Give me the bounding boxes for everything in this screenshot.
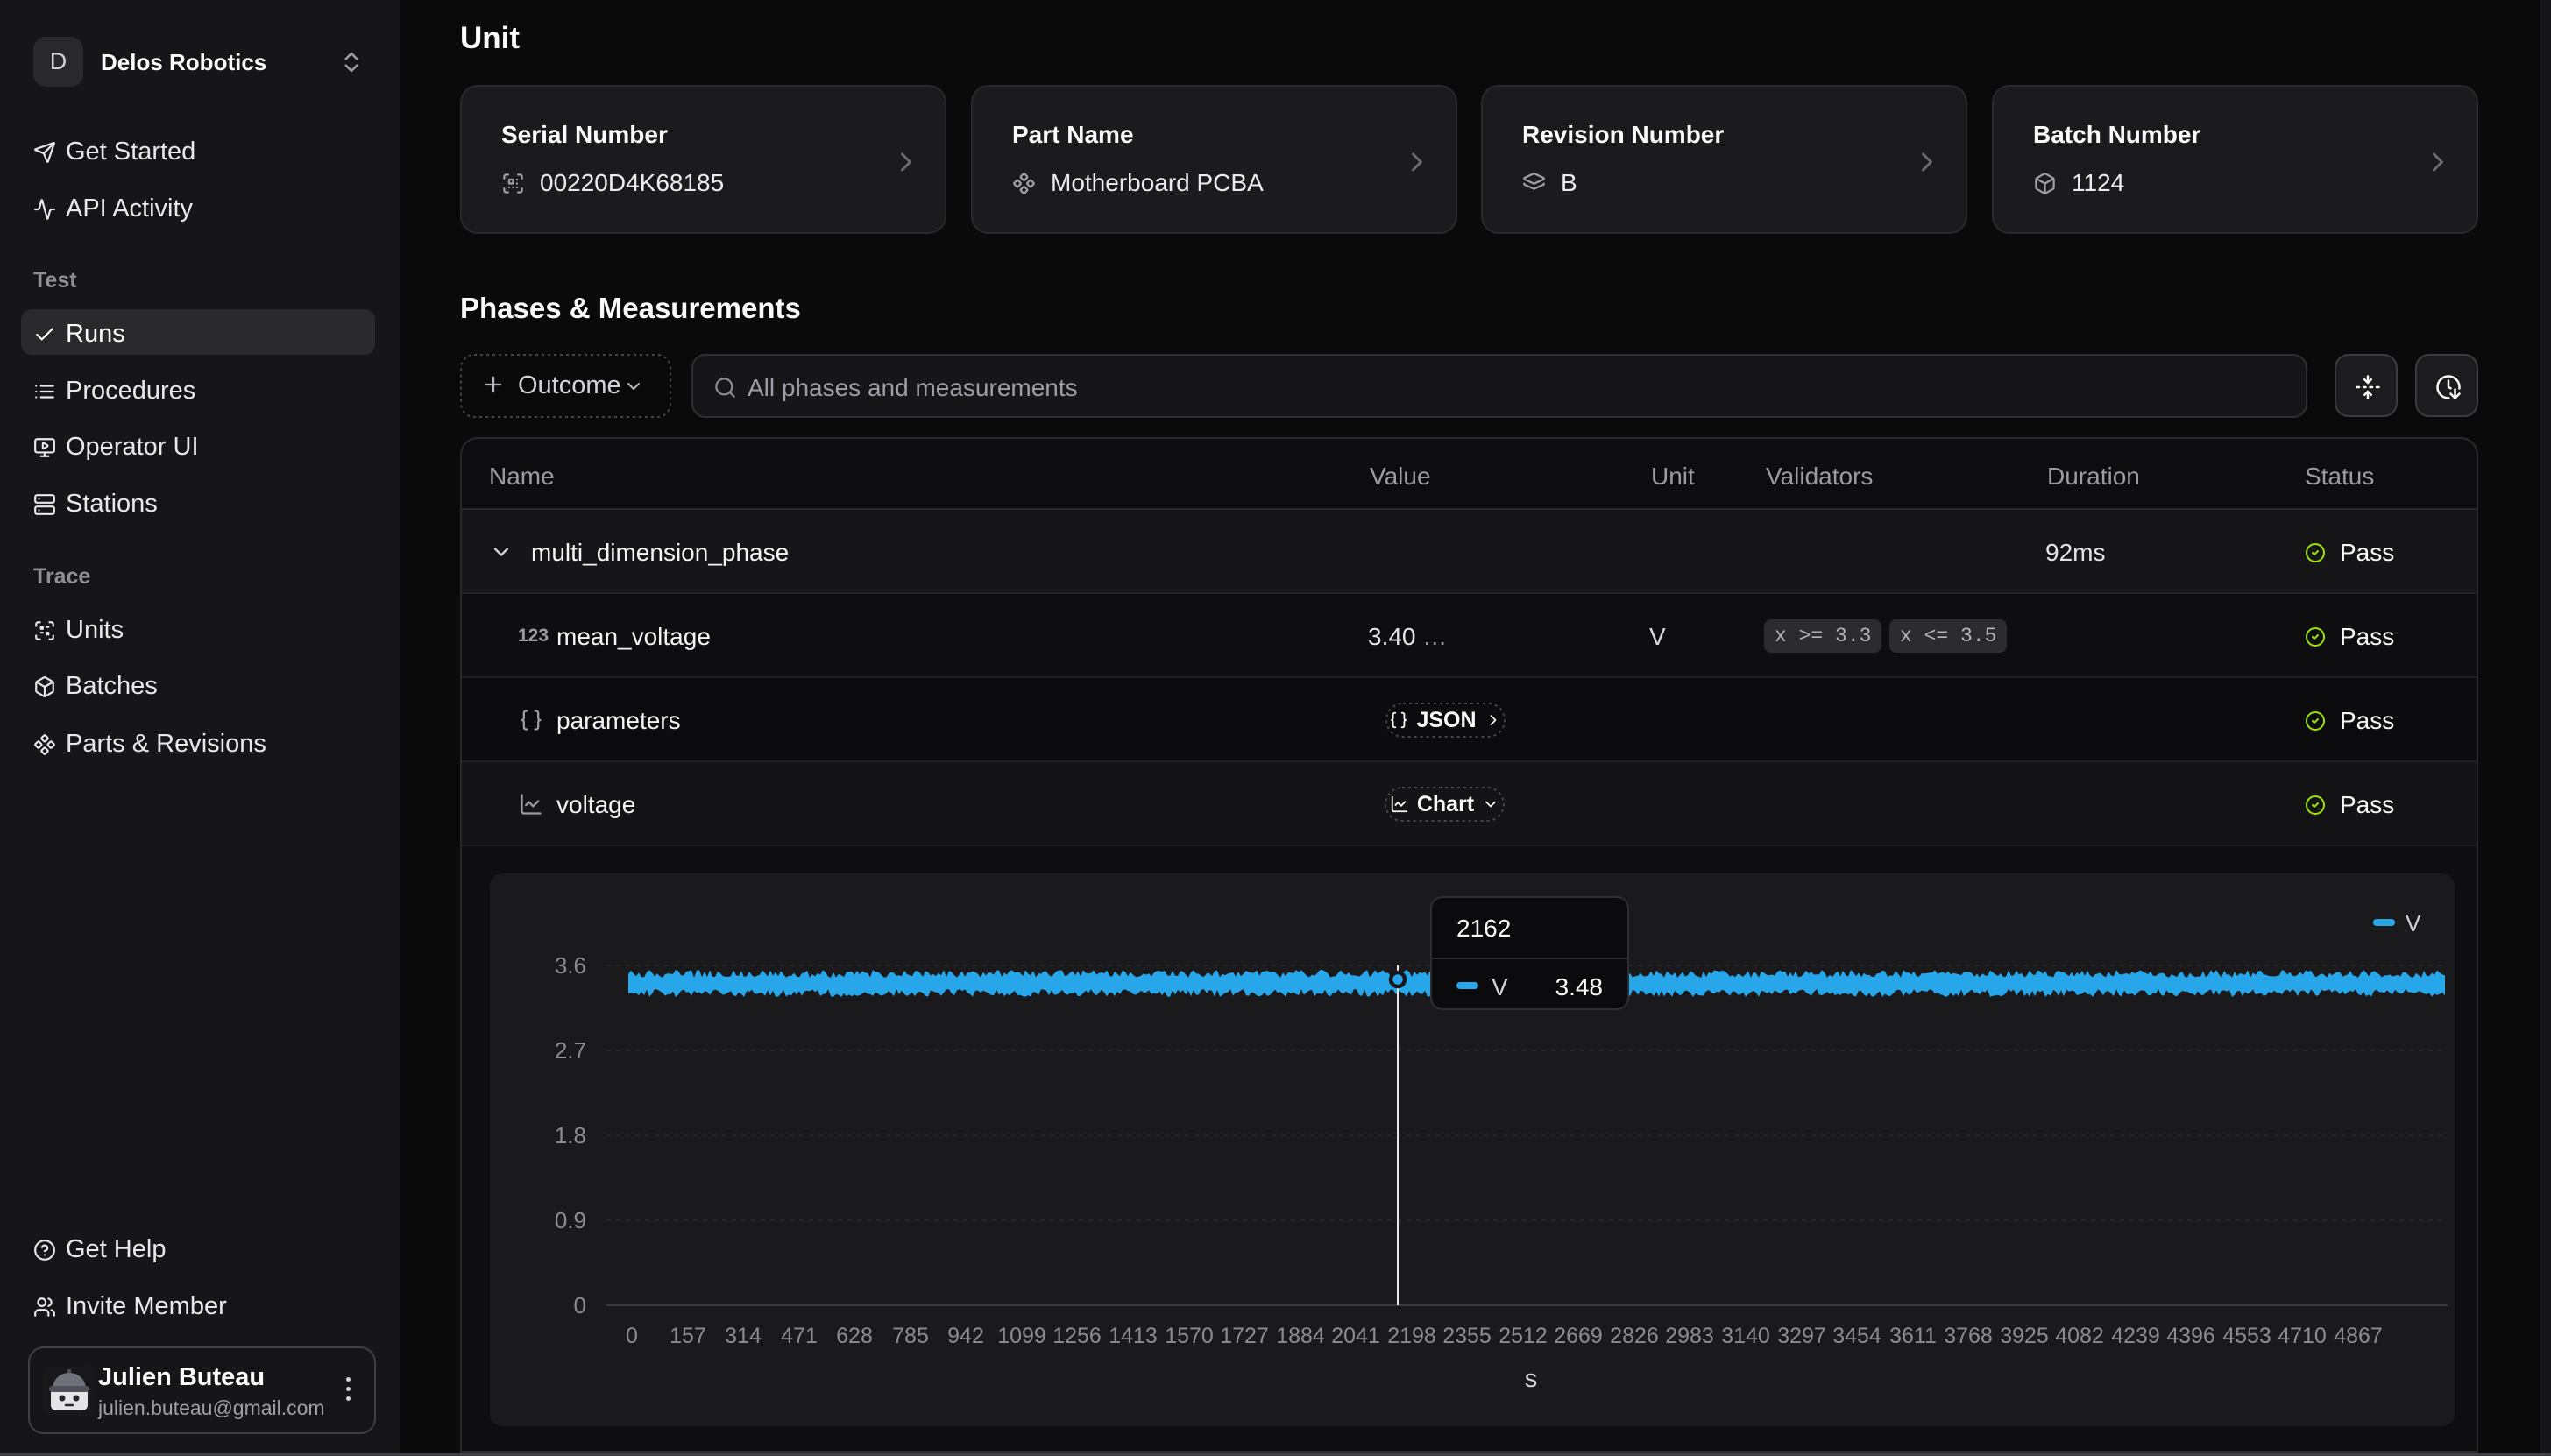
svg-text:785: 785 <box>892 1324 929 1348</box>
svg-text:3925: 3925 <box>2000 1324 2049 1348</box>
svg-text:471: 471 <box>781 1324 818 1348</box>
svg-text:314: 314 <box>725 1324 762 1348</box>
svg-text:4239: 4239 <box>2111 1324 2160 1348</box>
svg-text:4867: 4867 <box>2334 1324 2383 1348</box>
svg-text:4396: 4396 <box>2166 1324 2215 1348</box>
svg-text:3611: 3611 <box>1889 1324 1937 1348</box>
svg-text:2198: 2198 <box>1387 1324 1436 1348</box>
svg-text:157: 157 <box>670 1324 706 1348</box>
svg-text:2041: 2041 <box>1331 1324 1380 1348</box>
svg-text:2355: 2355 <box>1442 1324 1492 1348</box>
svg-text:628: 628 <box>836 1324 873 1348</box>
svg-text:3140: 3140 <box>1721 1324 1770 1348</box>
svg-text:3297: 3297 <box>1777 1324 1826 1348</box>
svg-text:0: 0 <box>626 1324 638 1348</box>
svg-text:s: s <box>1525 1365 1538 1393</box>
svg-text:2826: 2826 <box>1610 1324 1659 1348</box>
svg-text:3454: 3454 <box>1832 1324 1881 1348</box>
svg-text:4082: 4082 <box>2055 1324 2104 1348</box>
svg-text:1727: 1727 <box>1220 1324 1269 1348</box>
svg-text:1099: 1099 <box>997 1324 1046 1348</box>
svg-text:3768: 3768 <box>1944 1324 1993 1348</box>
svg-text:2512: 2512 <box>1499 1324 1548 1348</box>
svg-text:2669: 2669 <box>1554 1324 1603 1348</box>
svg-text:0: 0 <box>574 1292 586 1318</box>
svg-text:1.8: 1.8 <box>555 1122 586 1149</box>
svg-text:4710: 4710 <box>2278 1324 2327 1348</box>
svg-text:1570: 1570 <box>1165 1324 1214 1348</box>
svg-text:0.9: 0.9 <box>555 1207 586 1233</box>
svg-text:1413: 1413 <box>1109 1324 1158 1348</box>
svg-text:V: V <box>2406 910 2421 937</box>
svg-text:4553: 4553 <box>2222 1324 2271 1348</box>
svg-text:2.7: 2.7 <box>555 1037 586 1064</box>
svg-text:3.6: 3.6 <box>555 952 586 979</box>
svg-text:1256: 1256 <box>1052 1324 1102 1348</box>
svg-text:942: 942 <box>947 1324 984 1348</box>
svg-text:1884: 1884 <box>1276 1324 1325 1348</box>
svg-text:2983: 2983 <box>1665 1324 1714 1348</box>
